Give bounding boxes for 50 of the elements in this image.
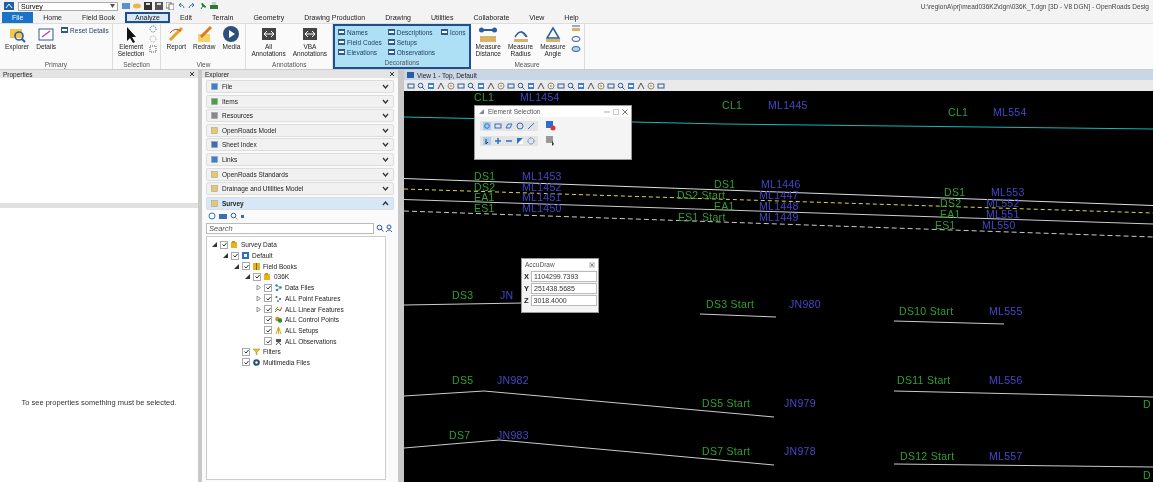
feature-label: ML555 (989, 306, 1023, 316)
feature-label: EA1 (474, 192, 495, 202)
feature-label: ML554 (993, 107, 1027, 117)
feature-label: ML1445 (768, 100, 808, 110)
feature-label: DS12 Start (900, 451, 955, 461)
feature-label: ML551 (986, 208, 1020, 219)
feature-label: DS2 (474, 182, 496, 192)
feature-label: ML1454 (520, 92, 560, 102)
feature-label: JN978 (784, 446, 816, 456)
feature-label: DS2 (940, 198, 962, 208)
feature-label: CL1 (722, 100, 743, 110)
feature-label: ML1446 (761, 179, 801, 189)
feature-label: DS5 Start (702, 398, 751, 408)
feature-label: DS7 Start (702, 446, 751, 456)
feature-label: ML1453 (522, 171, 562, 181)
feature-label: JN982 (497, 375, 529, 385)
feature-label: EA1 (940, 208, 961, 219)
feature-label: JN (500, 290, 514, 300)
feature-label: D (1143, 399, 1151, 409)
feature-label: EA1 (714, 201, 735, 211)
feature-label: DS3 (452, 290, 474, 300)
feature-label: ES1 Start (678, 212, 726, 222)
feature-label: JN983 (497, 430, 529, 440)
feature-label: ML557 (989, 451, 1023, 461)
feature-label: ML1452 (522, 182, 562, 192)
feature-label: ML556 (989, 375, 1023, 385)
feature-label: DS3 Start (706, 299, 755, 309)
feature-label: ML550 (982, 220, 1016, 230)
feature-label: DS1 (474, 171, 496, 181)
feature-label: JN979 (784, 398, 816, 408)
feature-label: ML1447 (759, 190, 799, 200)
feature-label: DS5 (452, 375, 474, 385)
feature-label: DS11 Start (897, 375, 951, 385)
feature-label: ML1449 (759, 212, 799, 222)
feature-label: ES1 (935, 220, 956, 230)
feature-label: ES1 (474, 203, 495, 213)
feature-label: CL1 (948, 107, 969, 117)
feature-label: ML552 (986, 198, 1020, 208)
feature-label: ML1450 (522, 203, 562, 213)
feature-label: DS1 (944, 187, 966, 197)
feature-label: D (1143, 470, 1151, 480)
feature-label: DS2 Start (677, 190, 726, 200)
feature-label: DS1 (714, 179, 736, 189)
feature-label: DS10 Start (899, 306, 954, 316)
feature-label: ML1451 (522, 192, 562, 202)
feature-label: DS7 (449, 430, 471, 440)
feature-label: ML553 (991, 187, 1025, 197)
feature-label: CL1 (474, 92, 495, 102)
feature-label: ML1448 (759, 201, 799, 211)
feature-label: JN980 (789, 299, 821, 309)
